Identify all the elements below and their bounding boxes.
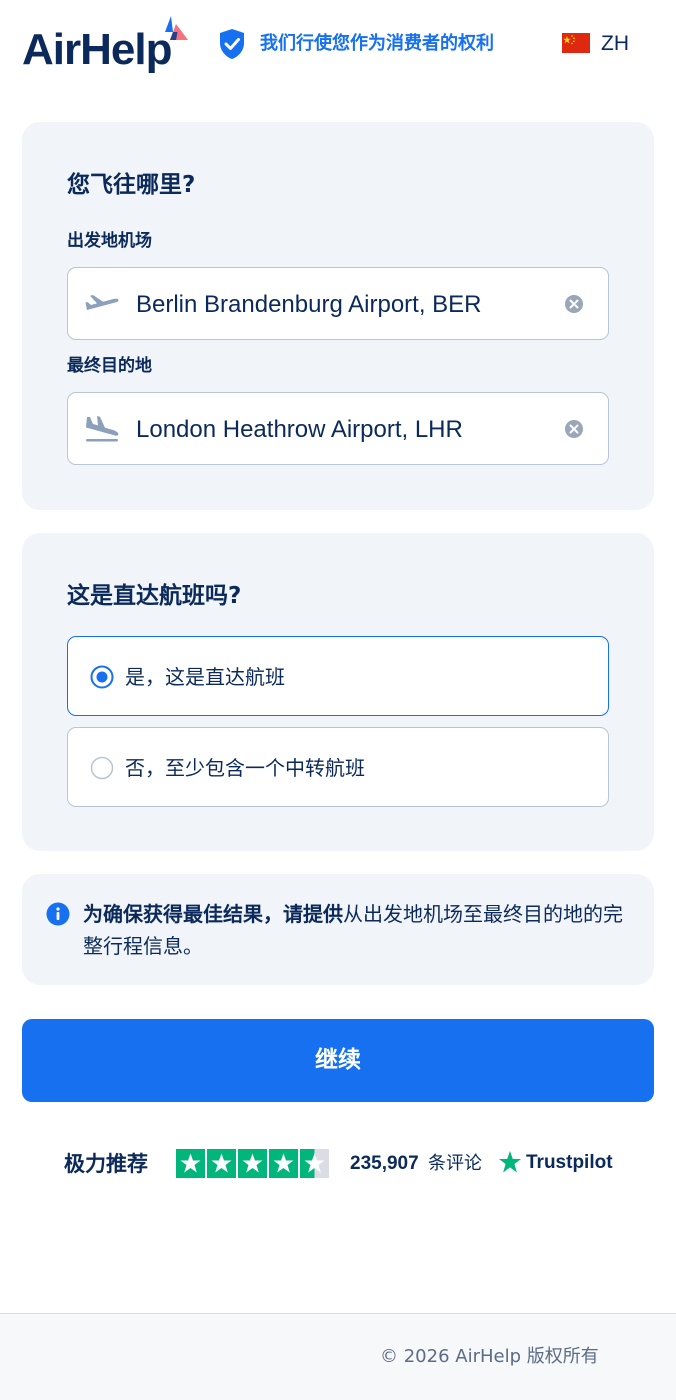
departure-airport-field[interactable]: Berlin Brandenburg Airport, BER [67, 267, 609, 340]
direct-flight-title: 这是直达航班吗? [67, 583, 242, 609]
plane-takeoff-icon [85, 295, 119, 310]
review-count: 235,907 [350, 1153, 419, 1174]
direct-flight-no-label: 否，至少包含一个中转航班 [125, 756, 365, 780]
clear-departure-icon[interactable] [564, 294, 584, 314]
review-unit: 条评论 [428, 1153, 482, 1174]
copyright-text: © 2026 AirHelp 版权所有 [380, 1346, 599, 1367]
info-text: 为确保获得最佳结果，请提供从出发地机场至最终目的地的完整行程信息。 [83, 898, 635, 962]
departure-label: 出发地机场 [67, 231, 152, 251]
consumer-rights-tagline[interactable]: 我们行使您作为消费者的权利 [260, 32, 494, 56]
destination-airport-field[interactable]: London Heathrow Airport, LHR [67, 392, 609, 465]
direct-flight-card: 这是直达航班吗? 是，这是直达航班 否，至少包含一个中转航班 [22, 533, 654, 851]
trustpilot-star-icon [499, 1151, 521, 1173]
info-text-bold: 为确保获得最佳结果，请提供 [83, 902, 343, 926]
trustpilot-stars-icon[interactable] [176, 1149, 329, 1178]
destination-label: 最终目的地 [67, 356, 152, 376]
plane-landing-icon [86, 416, 119, 442]
route-card-title: 您飞往哪里? [67, 172, 196, 198]
language-selector[interactable]: ZH [601, 31, 629, 57]
departure-airport-value: Berlin Brandenburg Airport, BER [136, 291, 482, 318]
direct-flight-yes-label: 是，这是直达航班 [125, 665, 285, 689]
china-flag-icon[interactable] [562, 33, 590, 53]
radio-unselected-icon[interactable] [90, 756, 114, 780]
info-icon [46, 902, 70, 926]
destination-airport-value: London Heathrow Airport, LHR [136, 416, 463, 443]
trustpilot-brand[interactable]: Trustpilot [526, 1151, 613, 1175]
recommendation-label: 极力推荐 [64, 1152, 148, 1176]
clear-destination-icon[interactable] [564, 419, 584, 439]
info-notice: 为确保获得最佳结果，请提供从出发地机场至最终目的地的完整行程信息。 [22, 874, 654, 985]
direct-flight-no-option[interactable]: 否，至少包含一个中转航班 [67, 727, 609, 807]
shield-check-icon [220, 29, 244, 59]
route-card: 您飞往哪里? 出发地机场 Berlin Brandenburg Airport,… [22, 122, 654, 510]
logo-mark-icon [165, 16, 188, 40]
airhelp-logo[interactable]: AirHelp [22, 26, 172, 74]
continue-button[interactable]: 继续 [22, 1019, 654, 1102]
header: AirHelp 我们行使您作为消费者的权利 ZH [0, 0, 676, 90]
radio-selected-icon[interactable] [90, 665, 114, 689]
direct-flight-yes-option[interactable]: 是，这是直达航班 [67, 636, 609, 716]
